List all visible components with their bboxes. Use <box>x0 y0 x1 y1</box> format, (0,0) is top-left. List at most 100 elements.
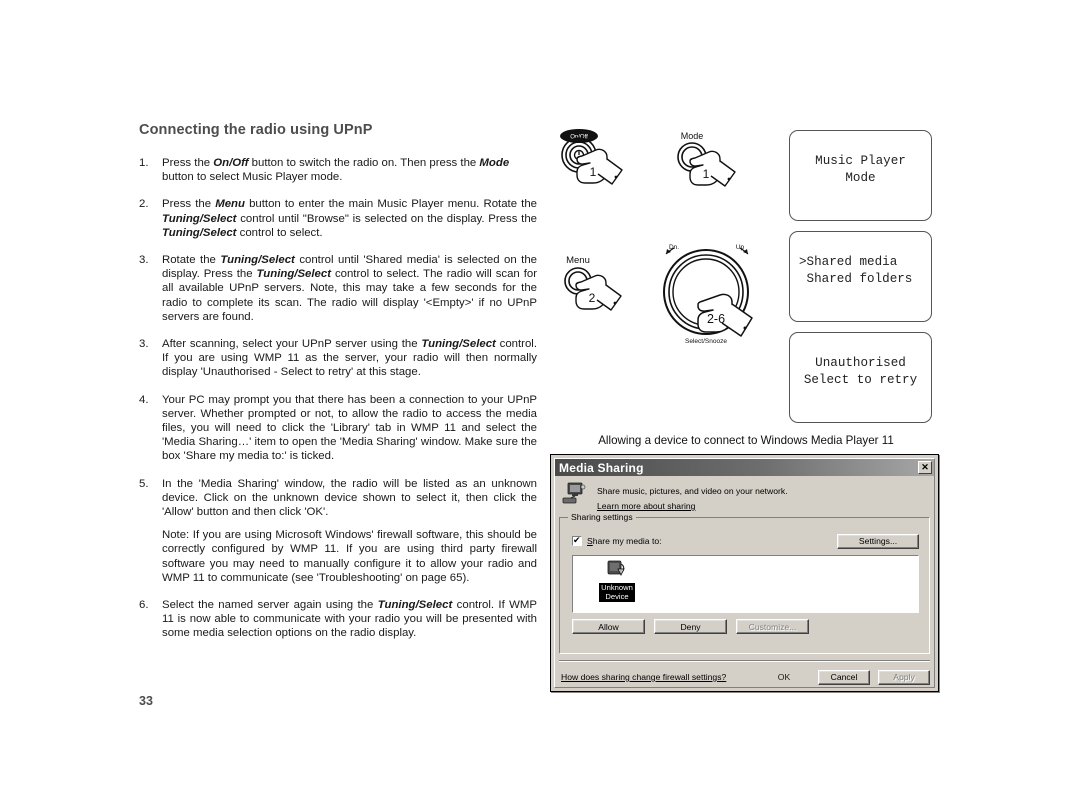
step-text: After scanning, select your UPnP server … <box>162 337 537 380</box>
lcd-line: >Shared media <box>799 255 898 269</box>
share-my-media-label: Share my media to: <box>587 536 662 546</box>
svg-text:Mode: Mode <box>681 131 704 141</box>
body-text: Rotate the <box>162 254 221 267</box>
cancel-button[interactable]: Cancel <box>818 669 870 685</box>
body-text: Select the named server again using the <box>162 599 378 612</box>
step-number: 4. <box>139 393 149 406</box>
lcd-line: Select to retry <box>803 373 918 387</box>
instruction-step: 5. In the 'Media Sharing' window, the rad… <box>139 477 537 585</box>
svg-text:Menu: Menu <box>566 255 590 266</box>
step-note: Note: If you are using Microsoft Windows… <box>162 529 537 584</box>
body-text: button to switch the radio on. Then pres… <box>248 157 480 169</box>
ok-button[interactable]: OK <box>758 669 810 685</box>
step-text: Select the named server again using the … <box>162 598 537 641</box>
unknown-device-icon: ! <box>605 560 629 582</box>
step-number: 6. <box>139 599 149 612</box>
instruction-step: 6. Select the named server again using th… <box>139 598 537 641</box>
sharing-settings-legend: Sharing settings <box>568 512 636 522</box>
allow-button[interactable]: Allow <box>572 619 645 634</box>
emphasis-text: Menu <box>215 198 245 211</box>
dialog-footer: How does sharing change firewall setting… <box>561 669 930 685</box>
body-text: button to select Music Player mode. <box>162 171 343 184</box>
instruction-step: 3. After scanning, select your UPnP serve… <box>139 337 537 380</box>
emphasis-text: Tuning/Select <box>162 226 237 239</box>
body-text: control to select. <box>236 226 323 239</box>
share-my-media-checkbox[interactable] <box>572 534 582 546</box>
lcd-line: Mode <box>845 171 876 185</box>
step-text: Your PC may prompt you that there has be… <box>162 393 537 464</box>
deny-button[interactable]: Deny <box>654 619 727 634</box>
step-number: 3. <box>139 338 149 351</box>
lcd-screen-music-player-mode: Music Player Mode <box>789 130 932 221</box>
settings-button[interactable]: Settings... <box>837 533 919 549</box>
emphasis-text: Tuning/Select <box>256 268 332 281</box>
share-my-media-checkbox-wrap[interactable]: Share my media to: <box>572 534 662 546</box>
svg-text:!: ! <box>620 570 621 576</box>
svg-text:2: 2 <box>589 291 596 305</box>
sharing-settings-group: Sharing settings Share my media to: Sett… <box>559 512 930 654</box>
step-number: 1. <box>139 157 149 169</box>
svg-text:1: 1 <box>590 165 597 179</box>
body-text: control until "Browse" is selected on th… <box>236 212 537 225</box>
emphasis-text: On/Off <box>213 157 249 169</box>
share-my-media-row: Share my media to: Settings... <box>572 532 919 550</box>
step-text: Press the Menu button to enter the main … <box>162 197 537 240</box>
body-text: In the 'Media Sharing' window, the radio… <box>162 477 537 519</box>
dialog-titlebar: Media Sharing ✕ <box>555 459 934 476</box>
firewall-settings-link[interactable]: How does sharing change firewall setting… <box>561 672 726 682</box>
dialog-divider <box>559 660 930 662</box>
steps-list: 1. Press the On/Off button to switch the … <box>139 156 537 641</box>
shared-devices-listbox[interactable]: ! Unknown Device <box>572 555 919 613</box>
emphasis-text: Tuning/Select <box>162 212 237 225</box>
emphasis-text: Mode <box>479 157 510 169</box>
lcd-line: Unauthorised <box>815 356 906 370</box>
instruction-step: 4. Your PC may prompt you that there has … <box>139 393 537 464</box>
close-icon[interactable]: ✕ <box>918 461 932 474</box>
lcd-line: Shared folders <box>799 272 913 286</box>
list-item[interactable]: ! Unknown Device <box>595 560 639 603</box>
emphasis-text: Tuning/Select <box>377 599 453 612</box>
step-number: 2. <box>139 198 149 211</box>
step-text: Rotate the Tuning/Select control until '… <box>162 253 537 324</box>
media-sharing-dialog: Media Sharing ✕ Share music, pictures, a… <box>550 454 939 692</box>
svg-text:1: 1 <box>703 167 710 181</box>
step-number: 5. <box>139 477 149 490</box>
body-text: button to enter the main Music Player me… <box>244 198 538 211</box>
step-text: In the 'Media Sharing' window, the radio… <box>162 477 537 520</box>
emphasis-text: Tuning/Select <box>421 338 496 351</box>
instruction-step: 3. Rotate the Tuning/Select control until… <box>139 253 537 324</box>
customize-button[interactable]: Customize... <box>736 619 809 634</box>
svg-text:Select/Snooze: Select/Snooze <box>685 338 727 345</box>
computer-network-icon <box>561 481 589 507</box>
device-label-line2: Device <box>605 591 629 601</box>
body-text: Press the <box>162 157 214 169</box>
page-number: 33 <box>139 694 153 708</box>
share-my-media-label-rest: hare my media to: <box>592 536 662 546</box>
dialog-header-text-block: Share music, pictures, and video on your… <box>597 481 788 513</box>
tuning-select-knob-illustration: Dn. Up Select/Snooze 2-6 <box>648 240 783 358</box>
dialog-header-description: Share music, pictures, and video on your… <box>597 486 788 496</box>
body-text: Your PC may prompt you that there has be… <box>162 393 537 463</box>
step-text: Press the On/Off button to switch the ra… <box>162 156 537 184</box>
dialog-header: Share music, pictures, and video on your… <box>561 481 928 513</box>
dialog-footer-buttons: OK Cancel Apply <box>758 669 930 685</box>
unknown-device-label: Unknown Device <box>599 583 635 603</box>
lcd-screen-shared-media-menu: >Shared media Shared folders <box>789 231 932 322</box>
body-text: Press the <box>162 198 216 211</box>
device-action-buttons: Allow Deny Customize... <box>572 619 809 634</box>
instructions-column: Connecting the radio using UPnP 1. Press … <box>139 122 537 654</box>
lcd-screen-unauthorised: Unauthorised Select to retry <box>789 332 932 423</box>
mode-button-illustration: Mode 1 <box>665 126 770 231</box>
lcd-line: Music Player <box>815 154 906 168</box>
onoff-button-illustration: On/Off 1 <box>552 126 657 231</box>
instruction-step: 1. Press the On/Off button to switch the … <box>139 156 537 184</box>
learn-more-about-sharing-link[interactable]: Learn more about sharing <box>597 501 788 511</box>
step-number: 3. <box>139 254 149 267</box>
apply-button[interactable]: Apply <box>878 669 930 685</box>
emphasis-text: Tuning/Select <box>220 254 295 267</box>
page-title: Connecting the radio using UPnP <box>139 122 373 138</box>
dialog-title: Media Sharing <box>559 460 644 475</box>
instruction-step: 2. Press the Menu button to enter the mai… <box>139 197 537 240</box>
figure-caption: Allowing a device to connect to Windows … <box>598 434 894 447</box>
body-text: After scanning, select your UPnP server … <box>162 338 422 351</box>
